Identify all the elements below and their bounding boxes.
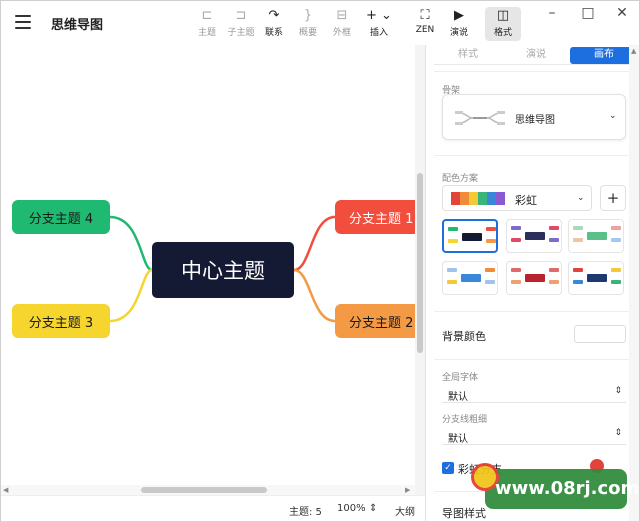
toolbar-format-button[interactable]: ◫ 格式 [485, 7, 521, 41]
chevron-down-icon: ⌄ [609, 111, 617, 121]
zen-icon: ⛶ [420, 8, 430, 23]
tab-style[interactable]: 样式 [434, 47, 502, 64]
chevron-down-icon: ⌄ [577, 193, 585, 203]
add-color-scheme-button[interactable]: + [600, 185, 626, 211]
app-window: 思维导图 ⊏ 主题 ⊐ 子主题 ↷ 联系 } 概要 ⊟ 外框 + ⌄ 插入 ⛶ … [0, 0, 640, 521]
theme-swatch-3[interactable] [568, 219, 624, 253]
theme-swatch-2[interactable] [506, 219, 562, 253]
background-color-picker[interactable] [574, 325, 626, 343]
vertical-scroll-thumb[interactable] [417, 173, 423, 353]
panel-tabs: 样式 演说 画布 [434, 47, 638, 65]
rainbow-palette-icon [451, 192, 505, 205]
tab-pitch[interactable]: 演说 [502, 47, 570, 64]
background-color-label: 背景颜色 [442, 330, 486, 343]
format-panel: 样式 演说 画布 骨架 思维导图 ⌄ 配色方案 彩虹 ⌄ + 背景颜色 全局字体… [425, 45, 639, 521]
central-topic-node[interactable]: 中心主题 [152, 242, 294, 298]
toolbar-insert-label: 插入 [369, 28, 388, 38]
boundary-icon: ⊟ [336, 8, 348, 23]
theme-swatch-6[interactable] [568, 261, 624, 295]
topic-icon: ⊏ [201, 8, 213, 23]
structure-select[interactable]: 思维导图 ⌄ [442, 94, 626, 140]
zoom-stepper-icon[interactable]: ⇕ [369, 503, 377, 514]
divider [434, 311, 638, 312]
updown-chevron-icon: ⇕ [614, 428, 622, 438]
format-icon: ◫ [496, 8, 510, 23]
connector-branch-3 [109, 268, 153, 323]
toolbar-zen-button[interactable]: ⛶ ZEN [407, 7, 443, 35]
status-bar: 主题: 5 100% ⇕ 大纲 [1, 495, 425, 521]
topic-count: 主题: 5 [289, 507, 322, 518]
map-style-label: 导图样式 [442, 507, 486, 520]
summary-icon: } [303, 8, 313, 23]
rainbow-branch-checkbox[interactable]: ✓ [442, 462, 454, 474]
theme-swatch-5[interactable] [506, 261, 562, 295]
branch-width-value: 默认 [448, 434, 468, 445]
tab-canvas[interactable]: 画布 [570, 47, 638, 64]
connector-branch-1 [293, 215, 336, 272]
branch-width-select[interactable]: 默认 ⇕ [442, 427, 626, 445]
toolbar-boundary-button[interactable]: ⊟ 外框 [324, 7, 360, 38]
canvas-horizontal-scrollbar[interactable]: ◀ ▶ [1, 485, 415, 495]
branch-width-label: 分支线粗细 [442, 415, 488, 425]
toolbar-summary-button[interactable]: } 概要 [290, 7, 326, 38]
toolbar-summary-label: 概要 [298, 28, 317, 38]
divider [434, 155, 638, 156]
close-icon[interactable]: ✕ [615, 5, 629, 21]
color-scheme-select[interactable]: 彩虹 ⌄ [442, 185, 592, 211]
divider [434, 71, 638, 72]
toolbar-format-label: 格式 [493, 28, 512, 38]
branch-topic-4-node[interactable]: 分支主题 4 [12, 200, 110, 234]
app-title: 思维导图 [51, 18, 104, 33]
pitch-icon: ▶ [454, 8, 464, 23]
toolbar-insert-button[interactable]: + ⌄ 插入 [361, 7, 397, 38]
top-toolbar: 思维导图 ⊏ 主题 ⊐ 子主题 ↷ 联系 } 概要 ⊟ 外框 + ⌄ 插入 ⛶ … [1, 1, 639, 45]
global-font-select[interactable]: 默认 ⇕ [442, 385, 626, 403]
outline-button[interactable]: 大纲 [395, 503, 415, 518]
site-watermark: www.08rj.com [471, 463, 639, 509]
toolbar-zen-label: ZEN [415, 25, 435, 35]
mindmap-canvas[interactable]: 中心主题 分支主题 4 分支主题 3 分支主题 1 分支主题 2 [1, 45, 415, 495]
theme-swatch-1[interactable] [442, 219, 498, 253]
global-font-label: 全局字体 [442, 373, 479, 383]
connector-branch-2 [293, 268, 336, 323]
subtopic-icon: ⊐ [235, 8, 247, 23]
insert-icon: + ⌄ [366, 8, 392, 23]
minimize-icon[interactable]: – [545, 5, 559, 21]
relationship-icon: ↷ [268, 8, 280, 23]
branch-topic-1-node[interactable]: 分支主题 1 [335, 200, 415, 234]
structure-thumbnail-icon [455, 111, 505, 125]
scroll-up-icon[interactable]: ▲ [631, 47, 636, 55]
structure-value: 思维导图 [515, 115, 555, 126]
toolbar-boundary-label: 外框 [332, 28, 351, 38]
branch-topic-3-node[interactable]: 分支主题 3 [12, 304, 110, 338]
divider [434, 359, 638, 360]
hamburger-menu-icon[interactable] [15, 15, 31, 29]
color-scheme-value: 彩虹 [515, 194, 537, 207]
branch-topic-2-node[interactable]: 分支主题 2 [335, 304, 415, 338]
updown-chevron-icon: ⇕ [614, 386, 622, 396]
maximize-icon[interactable]: □ [581, 5, 595, 21]
toolbar-topic-button[interactable]: ⊏ 主题 [189, 7, 225, 38]
toolbar-pitch-label: 演说 [449, 28, 468, 38]
color-scheme-label: 配色方案 [442, 174, 479, 184]
horizontal-scroll-thumb[interactable] [141, 487, 267, 493]
toolbar-subtopic-button[interactable]: ⊐ 子主题 [223, 7, 259, 38]
scroll-left-icon[interactable]: ◀ [3, 486, 8, 494]
scroll-right-icon[interactable]: ▶ [405, 486, 410, 494]
toolbar-subtopic-label: 子主题 [227, 28, 255, 38]
panel-scrollbar[interactable]: ▲ [629, 45, 639, 521]
global-font-value: 默认 [448, 392, 468, 403]
canvas-vertical-scrollbar[interactable] [415, 45, 425, 495]
toolbar-relationship-button[interactable]: ↷ 联系 [256, 7, 292, 38]
zoom-level[interactable]: 100% [337, 503, 366, 514]
toolbar-pitch-button[interactable]: ▶ 演说 [441, 7, 477, 38]
toolbar-topic-label: 主题 [197, 28, 216, 38]
toolbar-relationship-label: 联系 [264, 28, 283, 38]
theme-swatch-4[interactable] [442, 261, 498, 295]
watermark-text: www.08rj.com [495, 478, 640, 499]
connector-branch-4 [109, 215, 153, 272]
